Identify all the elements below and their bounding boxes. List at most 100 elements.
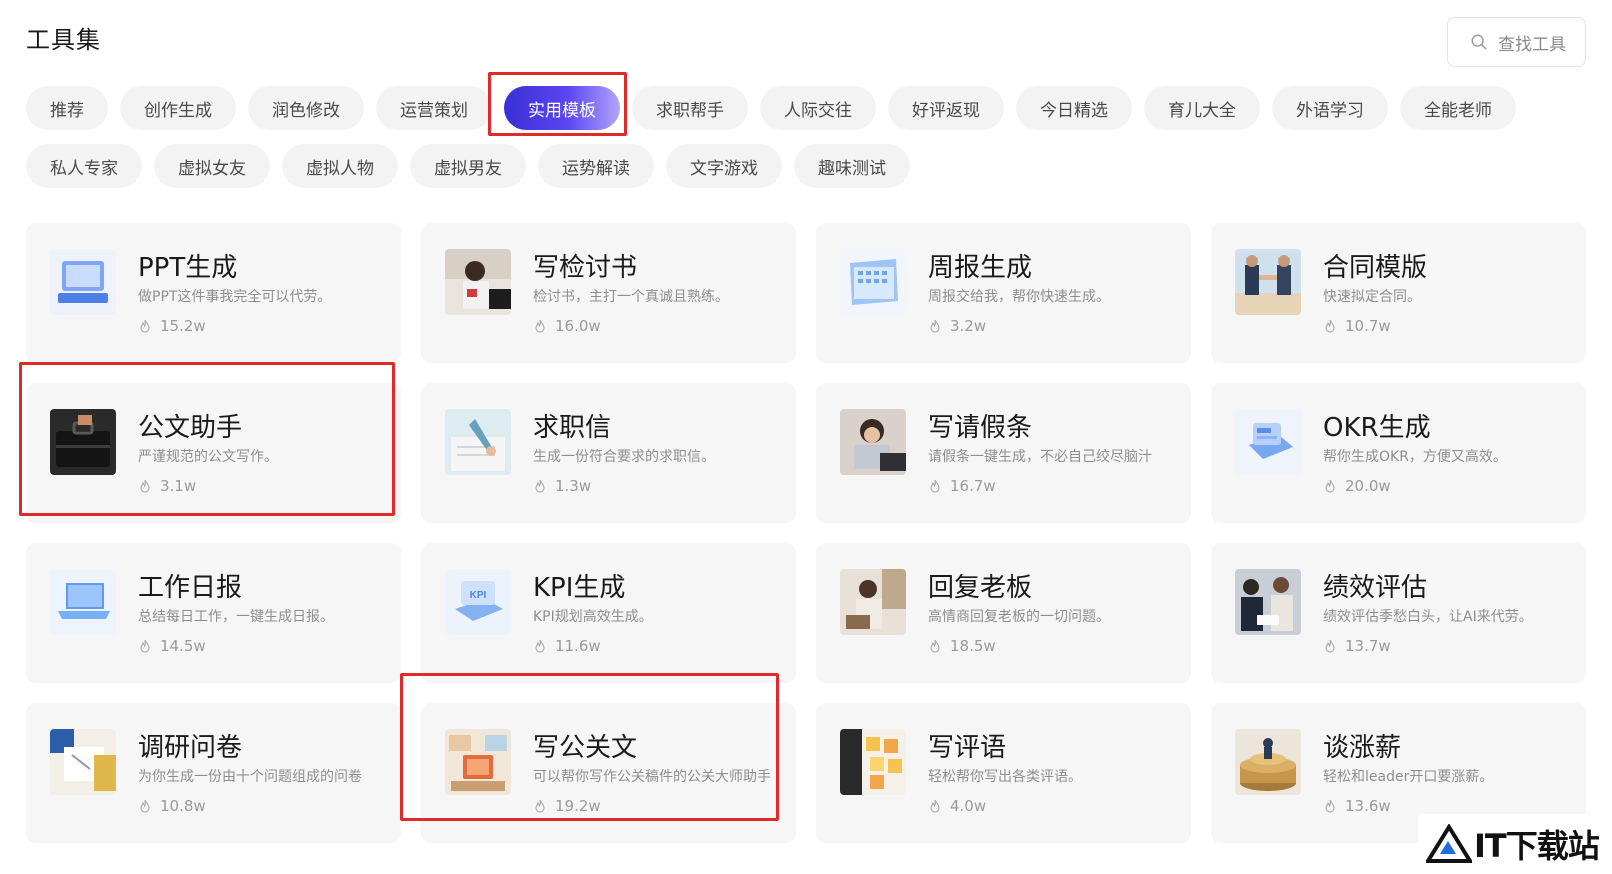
flame-icon <box>140 479 150 493</box>
category-tab[interactable]: 育儿大全 <box>1144 86 1260 130</box>
tool-card[interactable]: PPT生成 做PPT这件事我完全可以代劳。 15.2w <box>26 223 401 363</box>
category-tab[interactable]: 文字游戏 <box>666 144 782 188</box>
card-title: KPI生成 <box>533 573 626 603</box>
usage-count: 4.0w <box>928 797 986 815</box>
watermark-text: IT下载站 <box>1474 827 1600 865</box>
category-tab[interactable]: 运势解读 <box>538 144 654 188</box>
card-title: 求职信 <box>533 413 612 443</box>
usage-count: 11.6w <box>533 637 601 655</box>
tool-card[interactable]: 求职信生成一份符合要求的求职信。 1.3w <box>421 383 796 523</box>
flame-icon <box>140 319 150 333</box>
flame-icon <box>930 639 940 653</box>
card-description: 生成一份符合要求的求职信。 <box>533 449 715 465</box>
tool-card[interactable]: 调研问卷 为你生成一份由十个问题组成的问卷 10.8w <box>26 703 401 843</box>
category-tab[interactable]: 虚拟人物 <box>282 144 398 188</box>
card-title: PPT生成 <box>138 253 238 283</box>
card-description: 总结每日工作，一键生成日报。 <box>138 609 334 625</box>
pr-room-thumbnail <box>445 729 511 795</box>
usage-count: 13.7w <box>1323 637 1391 655</box>
usage-count: 18.5w <box>928 637 996 655</box>
category-tab[interactable]: 推荐 <box>26 86 108 130</box>
flame-icon <box>535 319 545 333</box>
tool-card[interactable]: 公文助手严谨规范的公文写作。 3.1w <box>26 383 401 523</box>
tool-card[interactable]: 写检讨书 检讨书，主打一个真诚且熟练。 16.0w <box>421 223 796 363</box>
tool-card[interactable]: 回复老板高情商回复老板的一切问题。 18.5w <box>816 543 1191 683</box>
flame-icon <box>930 799 940 813</box>
triangle-logo-icon <box>1426 824 1472 863</box>
category-tab[interactable]: 好评返现 <box>888 86 1004 130</box>
tool-card[interactable]: 写公关文 可以帮你写作公关稿件的公关大师助手 19.2w <box>421 703 796 843</box>
category-tab[interactable]: 今日精选 <box>1016 86 1132 130</box>
category-tab-active[interactable]: 实用模板 <box>504 86 620 130</box>
card-title: 工作日报 <box>138 573 243 603</box>
briefcase-thumbnail <box>50 409 116 475</box>
flame-icon <box>930 479 940 493</box>
usage-count-value: 11.6w <box>555 637 601 655</box>
tool-card[interactable]: 绩效评估 绩效评估季愁白头，让AI来代劳。 13.7w <box>1211 543 1586 683</box>
usage-count: 3.1w <box>138 477 196 495</box>
card-description: 轻松帮你写出各类评语。 <box>928 769 1082 785</box>
usage-count: 20.0w <box>1323 477 1391 495</box>
category-tab[interactable]: 趣味测试 <box>794 144 910 188</box>
usage-count-value: 13.6w <box>1345 797 1391 815</box>
okr-thumbnail <box>1235 409 1301 475</box>
category-tab[interactable]: 创作生成 <box>120 86 236 130</box>
card-description: 为你生成一份由十个问题组成的问卷 <box>138 769 362 785</box>
flame-icon <box>1325 479 1335 493</box>
flame-icon <box>535 639 545 653</box>
meeting-thumbnail <box>1235 569 1301 635</box>
tool-card[interactable]: OKR生成 帮你生成OKR，方便又高效。 20.0w <box>1211 383 1586 523</box>
usage-count: 14.5w <box>138 637 206 655</box>
usage-count-value: 20.0w <box>1345 477 1391 495</box>
category-tab[interactable]: 全能老师 <box>1400 86 1516 130</box>
usage-count-value: 18.5w <box>950 637 996 655</box>
usage-count-value: 15.2w <box>160 317 206 335</box>
usage-count-value: 1.3w <box>555 477 592 495</box>
category-tab[interactable]: 外语学习 <box>1272 86 1388 130</box>
usage-count-value: 14.5w <box>160 637 206 655</box>
usage-count: 1.3w <box>533 477 591 495</box>
survey-thumbnail <box>50 729 116 795</box>
card-title: 绩效评估 <box>1323 573 1428 603</box>
flame-icon <box>140 639 150 653</box>
tool-card[interactable]: 合同模版 快速拟定合同。 10.7w <box>1211 223 1586 363</box>
tool-card[interactable]: 工作日报总结每日工作，一键生成日报。 14.5w <box>26 543 401 683</box>
category-tab[interactable]: 求职帮手 <box>632 86 748 130</box>
usage-count: 16.7w <box>928 477 996 495</box>
search-placeholder: 查找工具 <box>1498 34 1566 55</box>
tool-card[interactable]: 周报生成 周报交给我，帮你快速生成。 3.2w <box>816 223 1191 363</box>
category-tabs: 推荐 创作生成 润色修改 运营策划 实用模板 求职帮手 人际交往 好评返现 今日精选 育儿大全 外语… <box>26 86 1586 202</box>
tool-card[interactable]: 写请假条 请假条一键生成，不必自己绞尽脑汁 16.7w <box>816 383 1191 523</box>
usage-count-value: 4.0w <box>950 797 987 815</box>
card-title: 公文助手 <box>138 413 243 443</box>
category-row: 私人专家 虚拟女友 虚拟人物 虚拟男友 运势解读 文字游戏 趣味测试 <box>26 144 1586 188</box>
card-title: 谈涨薪 <box>1323 733 1402 763</box>
search-input[interactable]: 查找工具 <box>1447 17 1586 67</box>
card-description: 周报交给我，帮你快速生成。 <box>928 289 1110 305</box>
category-tab[interactable]: 润色修改 <box>248 86 364 130</box>
card-description: 严谨规范的公文写作。 <box>138 449 278 465</box>
category-tab[interactable]: 虚拟男友 <box>410 144 526 188</box>
ppt-thumbnail <box>50 249 116 315</box>
card-title: 写评语 <box>928 733 1007 763</box>
category-tab[interactable]: 运营策划 <box>376 86 492 130</box>
tool-card[interactable]: 写评语轻松帮你写出各类评语。 4.0w <box>816 703 1191 843</box>
usage-count-value: 10.7w <box>1345 317 1391 335</box>
card-description: 轻松和leader开口要涨薪。 <box>1323 769 1494 785</box>
card-description: 高情商回复老板的一切问题。 <box>928 609 1110 625</box>
card-title: 回复老板 <box>928 573 1033 603</box>
category-row: 推荐 创作生成 润色修改 运营策划 实用模板 求职帮手 人际交往 好评返现 今日精选 育儿大全 外语… <box>26 86 1586 130</box>
card-title: 合同模版 <box>1323 253 1428 283</box>
category-tab[interactable]: 人际交往 <box>760 86 876 130</box>
office-woman-thumbnail <box>840 569 906 635</box>
tired-girl-thumbnail <box>840 409 906 475</box>
category-tab[interactable]: 私人专家 <box>26 144 142 188</box>
search-icon <box>1471 34 1487 50</box>
tool-grid: PPT生成 做PPT这件事我完全可以代劳。 15.2w 写检讨书 检讨书，主打一个真诚且… <box>26 223 1586 843</box>
usage-count-value: 16.0w <box>555 317 601 335</box>
self-review-thumbnail <box>445 249 511 315</box>
writing-thumbnail <box>445 409 511 475</box>
usage-count-value: 3.1w <box>160 477 197 495</box>
tool-card[interactable]: KPI KPI生成 KPI规划高效生成。 11.6w <box>421 543 796 683</box>
category-tab[interactable]: 虚拟女友 <box>154 144 270 188</box>
